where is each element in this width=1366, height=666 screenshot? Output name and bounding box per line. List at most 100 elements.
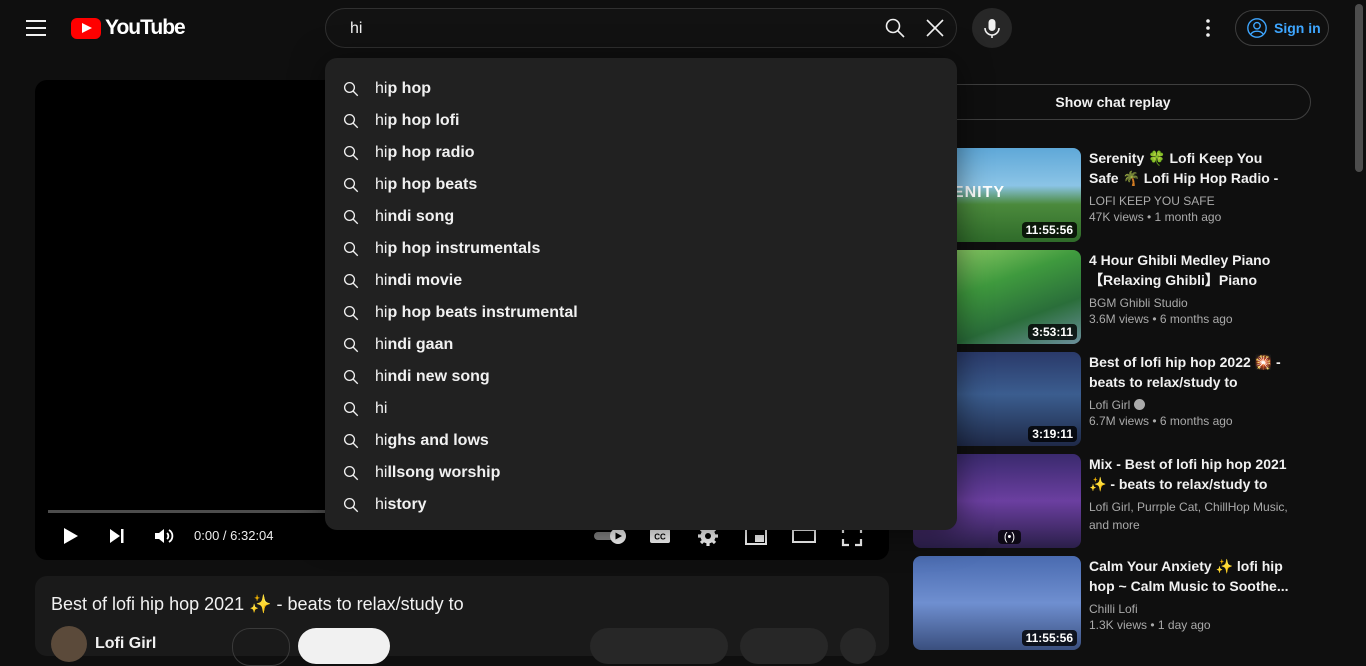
suggestion-text: hindi song <box>375 208 454 226</box>
search-icon <box>342 272 360 290</box>
suggestion-item[interactable]: hip hop lofi <box>325 105 957 137</box>
suggestion-item[interactable]: history <box>325 489 957 521</box>
search-icon <box>342 464 360 482</box>
suggestion-completion: ndi new song <box>387 368 490 385</box>
play-icon[interactable] <box>58 524 82 548</box>
logo-text: YouTube <box>105 16 186 39</box>
recommendation-item[interactable]: 3:53:11 4 Hour Ghibli Medley Piano 【Rela… <box>913 250 1333 346</box>
suggestion-typed: hi <box>375 112 388 129</box>
suggestion-item[interactable]: hindi song <box>325 201 957 233</box>
search-input[interactable] <box>326 9 892 49</box>
search-icon <box>342 336 360 354</box>
suggestion-item[interactable]: hip hop <box>325 73 957 105</box>
suggestion-completion: ghs and lows <box>387 432 489 449</box>
suggestion-text: hip hop <box>375 80 431 98</box>
search-icon <box>342 240 360 258</box>
suggestion-typed: hi <box>375 240 388 257</box>
suggestion-completion: p hop beats instrumental <box>387 304 578 321</box>
suggestion-text: hip hop lofi <box>375 112 459 130</box>
recommendation-item[interactable]: 3:19:11 Best of lofi hip hop 2022 🎇 - be… <box>913 352 1333 448</box>
svg-text:CC: CC <box>654 533 666 542</box>
recommendation-channel[interactable]: BGM Ghibli Studio <box>1089 294 1295 312</box>
suggestion-text: hindi new song <box>375 368 490 386</box>
video-title: Best of lofi hip hop 2021 ✨ - beats to r… <box>51 594 464 614</box>
recommendation-channel[interactable]: Lofi Girl, Purrple Cat, ChillHop Music, … <box>1089 498 1295 534</box>
recommendation-channel[interactable]: LOFI KEEP YOU SAFE <box>1089 192 1295 210</box>
recommendation-channel[interactable]: Chilli Lofi <box>1089 600 1295 618</box>
share-button[interactable] <box>740 628 828 664</box>
channel-name[interactable]: Lofi Girl <box>1089 398 1130 412</box>
suggestion-item[interactable]: hindi gaan <box>325 329 957 361</box>
youtube-logo[interactable]: YouTube <box>71 16 186 39</box>
suggestion-text: hip hop radio <box>375 144 475 162</box>
suggestion-typed: hi <box>375 400 388 417</box>
suggestion-item[interactable]: hillsong worship <box>325 457 957 489</box>
suggestion-item[interactable]: hi <box>325 393 957 425</box>
search-icon <box>342 432 360 450</box>
suggestion-typed: hi <box>375 368 388 385</box>
suggestion-item[interactable]: hindi new song <box>325 361 957 393</box>
suggestion-item[interactable]: hindi movie <box>325 265 957 297</box>
close-icon[interactable] <box>923 16 947 40</box>
recommendation-item[interactable]: 11:55:56 Calm Your Anxiety ✨ lofi hip ho… <box>913 556 1333 652</box>
mix-badge: (•) <box>997 530 1021 544</box>
suggestion-text: hindi gaan <box>375 336 453 354</box>
suggestion-completion: ndi movie <box>387 272 463 289</box>
next-icon[interactable] <box>105 524 129 548</box>
join-button[interactable] <box>232 628 290 666</box>
like-dislike-button[interactable] <box>590 628 728 664</box>
avatar[interactable] <box>51 626 87 662</box>
suggestion-typed: hi <box>375 304 388 321</box>
recommendation-title[interactable]: 4 Hour Ghibli Medley Piano 【Relaxing Ghi… <box>1089 250 1295 290</box>
show-chat-replay-button[interactable]: Show chat replay <box>915 84 1311 120</box>
suggestion-typed: hi <box>375 176 388 193</box>
suggestion-item[interactable]: hip hop instrumentals <box>325 233 957 265</box>
suggestion-typed: hi <box>375 80 388 97</box>
suggestion-text: hip hop beats <box>375 176 477 194</box>
sign-in-button[interactable]: Sign in <box>1235 10 1329 46</box>
suggestion-text: hi <box>375 400 387 418</box>
account-icon <box>1246 17 1268 39</box>
more-actions-button[interactable] <box>840 628 876 664</box>
video-owner[interactable]: Lofi Girl <box>51 626 156 662</box>
suggestion-completion: story <box>387 496 427 513</box>
subscribe-button[interactable] <box>298 628 390 664</box>
verified-icon <box>1134 399 1146 410</box>
suggestion-text: history <box>375 496 427 514</box>
suggestion-item[interactable]: hip hop beats instrumental <box>325 297 957 329</box>
recommendation-meta: 3.6M views • 6 months ago <box>1089 312 1233 326</box>
suggestion-item[interactable]: highs and lows <box>325 425 957 457</box>
search-icon <box>342 368 360 386</box>
recommendation-title[interactable]: Mix - Best of lofi hip hop 2021 ✨ - beat… <box>1089 454 1295 494</box>
recommendation-title[interactable]: Best of lofi hip hop 2022 🎇 - beats to r… <box>1089 352 1295 392</box>
recommendation-title[interactable]: Calm Your Anxiety ✨ lofi hip hop ~ Calm … <box>1089 556 1295 596</box>
search-box <box>325 8 957 49</box>
suggestion-text: hindi movie <box>375 272 462 290</box>
sign-in-label: Sign in <box>1274 20 1321 36</box>
suggestion-completion: p hop <box>387 80 431 97</box>
suggestion-completion: llsong worship <box>387 464 501 481</box>
recommendation-title[interactable]: Serenity 🍀 Lofi Keep You Safe 🌴 Lofi Hip… <box>1089 148 1295 188</box>
suggestion-item[interactable]: hip hop beats <box>325 169 957 201</box>
video-thumbnail[interactable]: 11:55:56 <box>913 556 1081 650</box>
recommendation-meta: 6.7M views • 6 months ago <box>1089 414 1233 428</box>
duration-badge: 3:19:11 <box>1028 426 1077 442</box>
suggestion-completion: p hop beats <box>387 176 478 193</box>
search-icon <box>342 400 360 418</box>
duration-badge: 3:53:11 <box>1028 324 1077 340</box>
volume-icon[interactable] <box>152 524 176 548</box>
mic-icon[interactable] <box>972 8 1012 48</box>
search-icon <box>342 208 360 226</box>
search-icon[interactable] <box>883 16 907 40</box>
recommendation-item[interactable]: SERENITY 11:55:56 Serenity 🍀 Lofi Keep Y… <box>913 148 1333 244</box>
recommendation-channel[interactable]: Lofi Girl <box>1089 396 1295 414</box>
more-vert-icon[interactable] <box>1196 16 1220 40</box>
menu-icon[interactable] <box>24 16 48 40</box>
suggestion-typed: hi <box>375 432 388 449</box>
suggestion-item[interactable]: hip hop radio <box>325 137 957 169</box>
scrollbar-thumb[interactable] <box>1355 4 1363 172</box>
recommendation-meta: 1.3K views • 1 day ago <box>1089 618 1211 632</box>
recommendation-item[interactable]: (•) Mix - Best of lofi hip hop 2021 ✨ - … <box>913 454 1333 550</box>
suggestion-completion: p hop lofi <box>387 112 460 129</box>
channel-name[interactable]: Lofi Girl <box>95 635 156 653</box>
